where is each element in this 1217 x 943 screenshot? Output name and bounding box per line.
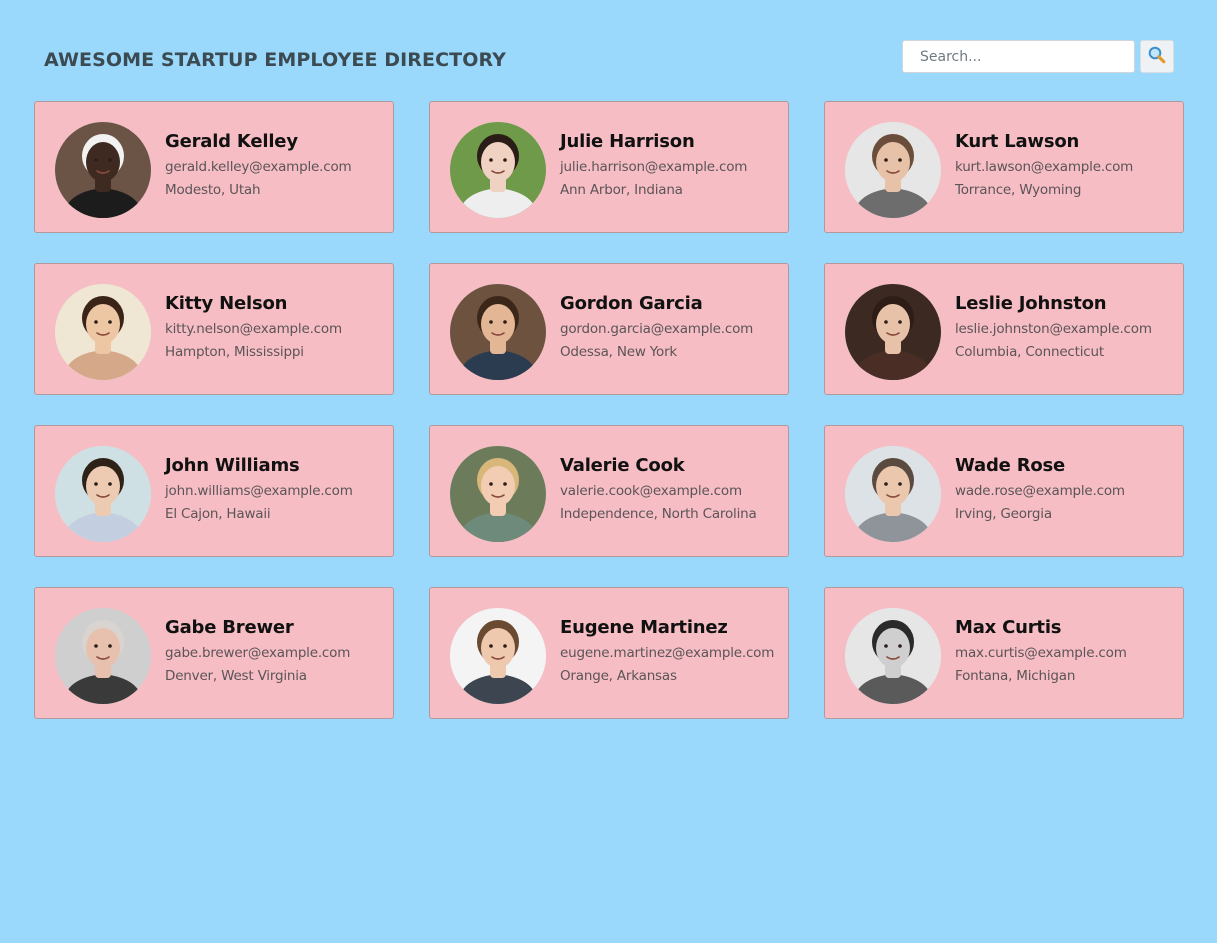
employee-email: gordon.garcia@example.com <box>560 321 754 337</box>
employee-location: El Cajon, Hawaii <box>165 506 271 522</box>
avatar <box>450 446 546 542</box>
employee-card[interactable]: Gerald Kelley gerald.kelley@example.com … <box>34 101 394 233</box>
avatar <box>845 608 941 704</box>
employee-card[interactable]: Valerie Cook valerie.cook@example.com In… <box>429 425 789 557</box>
employee-info: Eugene Martinez eugene.martinez@example.… <box>560 616 780 686</box>
employee-email: wade.rose@example.com <box>955 483 1125 499</box>
employee-email: leslie.johnston@example.com <box>955 321 1152 337</box>
employee-location: Fontana, Michigan <box>955 668 1076 684</box>
employee-name: Kurt Lawson <box>955 131 1080 152</box>
employee-info: Julie Harrison julie.harrison@example.co… <box>560 130 780 200</box>
avatar <box>845 122 941 218</box>
employee-name: Wade Rose <box>955 455 1066 476</box>
employee-card[interactable]: Kitty Nelson kitty.nelson@example.com Ha… <box>34 263 394 395</box>
employee-info: Kitty Nelson kitty.nelson@example.com Ha… <box>165 292 385 362</box>
search-form <box>902 40 1174 73</box>
employee-name: Julie Harrison <box>560 131 695 152</box>
search-button[interactable] <box>1140 40 1174 73</box>
avatar <box>450 608 546 704</box>
employee-card[interactable]: Eugene Martinez eugene.martinez@example.… <box>429 587 789 719</box>
employee-name: Gabe Brewer <box>165 617 294 638</box>
employee-info: Gordon Garcia gordon.garcia@example.com … <box>560 292 780 362</box>
employee-location: Orange, Arkansas <box>560 668 677 684</box>
employee-info: Gerald Kelley gerald.kelley@example.com … <box>165 130 385 200</box>
employee-card[interactable]: Gordon Garcia gordon.garcia@example.com … <box>429 263 789 395</box>
employee-name: Max Curtis <box>955 617 1062 638</box>
page-header: AWESOME STARTUP EMPLOYEE DIRECTORY <box>0 0 1217 100</box>
employee-location: Modesto, Utah <box>165 182 261 198</box>
employee-card[interactable]: John Williams john.williams@example.com … <box>34 425 394 557</box>
employee-location: Ann Arbor, Indiana <box>560 182 683 198</box>
avatar <box>55 446 151 542</box>
employee-card[interactable]: Leslie Johnston leslie.johnston@example.… <box>824 263 1184 395</box>
employee-location: Columbia, Connecticut <box>955 344 1104 360</box>
employee-email: gabe.brewer@example.com <box>165 645 351 661</box>
employee-location: Hampton, Mississippi <box>165 344 304 360</box>
employee-location: Irving, Georgia <box>955 506 1052 522</box>
avatar <box>845 284 941 380</box>
employee-info: Leslie Johnston leslie.johnston@example.… <box>955 292 1175 362</box>
employee-card[interactable]: Max Curtis max.curtis@example.com Fontan… <box>824 587 1184 719</box>
employee-name: Kitty Nelson <box>165 293 288 314</box>
employee-name: Gordon Garcia <box>560 293 703 314</box>
employee-info: Gabe Brewer gabe.brewer@example.com Denv… <box>165 616 385 686</box>
employee-location: Torrance, Wyoming <box>955 182 1082 198</box>
employee-name: John Williams <box>165 455 300 476</box>
employee-email: valerie.cook@example.com <box>560 483 742 499</box>
employee-card[interactable]: Gabe Brewer gabe.brewer@example.com Denv… <box>34 587 394 719</box>
employee-gallery: Gerald Kelley gerald.kelley@example.com … <box>34 101 1184 719</box>
employee-info: Max Curtis max.curtis@example.com Fontan… <box>955 616 1175 686</box>
employee-info: Kurt Lawson kurt.lawson@example.com Torr… <box>955 130 1175 200</box>
magnifying-glass-icon <box>1147 45 1167 68</box>
employee-info: John Williams john.williams@example.com … <box>165 454 385 524</box>
employee-location: Denver, West Virginia <box>165 668 307 684</box>
employee-email: gerald.kelley@example.com <box>165 159 352 175</box>
employee-info: Valerie Cook valerie.cook@example.com In… <box>560 454 780 524</box>
employee-card[interactable]: Julie Harrison julie.harrison@example.co… <box>429 101 789 233</box>
employee-email: eugene.martinez@example.com <box>560 645 775 661</box>
employee-location: Odessa, New York <box>560 344 678 360</box>
employee-name: Leslie Johnston <box>955 293 1107 314</box>
avatar <box>845 446 941 542</box>
avatar <box>55 284 151 380</box>
employee-name: Valerie Cook <box>560 455 685 476</box>
employee-email: kitty.nelson@example.com <box>165 321 342 337</box>
avatar <box>450 284 546 380</box>
employee-email: john.williams@example.com <box>165 483 353 499</box>
employee-card[interactable]: Wade Rose wade.rose@example.com Irving, … <box>824 425 1184 557</box>
avatar <box>55 122 151 218</box>
employee-email: max.curtis@example.com <box>955 645 1127 661</box>
search-input[interactable] <box>902 40 1135 73</box>
page-title: AWESOME STARTUP EMPLOYEE DIRECTORY <box>44 49 507 71</box>
employee-email: kurt.lawson@example.com <box>955 159 1134 175</box>
avatar <box>55 608 151 704</box>
employee-location: Independence, North Carolina <box>560 506 757 522</box>
employee-name: Gerald Kelley <box>165 131 298 152</box>
employee-email: julie.harrison@example.com <box>560 159 748 175</box>
employee-name: Eugene Martinez <box>560 617 728 638</box>
employee-card[interactable]: Kurt Lawson kurt.lawson@example.com Torr… <box>824 101 1184 233</box>
employee-info: Wade Rose wade.rose@example.com Irving, … <box>955 454 1175 524</box>
avatar <box>450 122 546 218</box>
